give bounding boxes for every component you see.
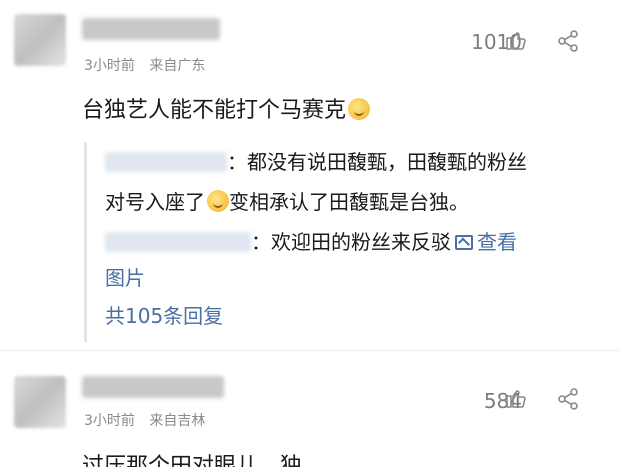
comment-meta: 3小时前 来自广东 [84,55,205,75]
laughing-emoji-icon [348,98,371,120]
comment-location: 来自广东 [149,58,206,74]
comment-item: 3小时前 来自广东 1010 台独艺人能不能打个马赛克 ：都没有说田馥甄，田馥甄… [0,0,620,350]
reply-item-continued: 对号入座了 变相承认了田馥甄是台独。 [105,186,469,215]
reply-item-continued: 图片 [105,262,145,291]
reply-text: 对号入座了 [105,190,205,214]
reply-username-blurred[interactable] [105,152,227,172]
share-icon[interactable] [556,387,580,411]
reply-item: ：都没有说田馥甄，田馥甄的粉丝 [105,146,527,175]
share-icon[interactable] [556,29,580,53]
picture-icon[interactable] [455,235,473,250]
comment-time: 3小时前 [84,58,135,74]
comment-time: 3小时前 [84,413,135,429]
avatar[interactable] [14,14,66,66]
reply-text: ：欢迎田的粉丝来反驳 [251,230,451,254]
username-blurred[interactable] [82,18,220,40]
comment-text-content: 台独艺人能不能打个马赛克 [82,98,347,123]
comment-text: 过压那个田对眼儿，独 [82,454,303,467]
avatar[interactable] [14,376,66,428]
thumbs-up-icon[interactable] [504,386,528,410]
view-picture-link[interactable]: 图片 [105,266,145,290]
view-picture-link[interactable]: 查看 [477,230,517,254]
laughing-emoji-icon [207,190,229,212]
reply-username-blurred[interactable] [105,232,251,252]
username-blurred[interactable] [82,376,224,398]
comment-meta: 3小时前 来自吉林 [84,410,205,430]
view-all-replies-link[interactable]: 共105条回复 [105,300,223,329]
reply-preview[interactable]: ：都没有说田馥甄，田馥甄的粉丝 对号入座了 变相承认了田馥甄是台独。 ：欢迎田的粉… [84,142,584,342]
reply-item: ：欢迎田的粉丝来反驳 查看 [105,226,517,255]
comment-text: 台独艺人能不能打个马赛克 [82,92,371,124]
reply-text: 变相承认了田馥甄是台独。 [229,190,469,214]
thumbs-up-icon[interactable] [504,28,528,52]
reply-text: ：都没有说田馥甄，田馥甄的粉丝 [227,150,527,174]
comment-location: 来自吉林 [149,413,206,429]
